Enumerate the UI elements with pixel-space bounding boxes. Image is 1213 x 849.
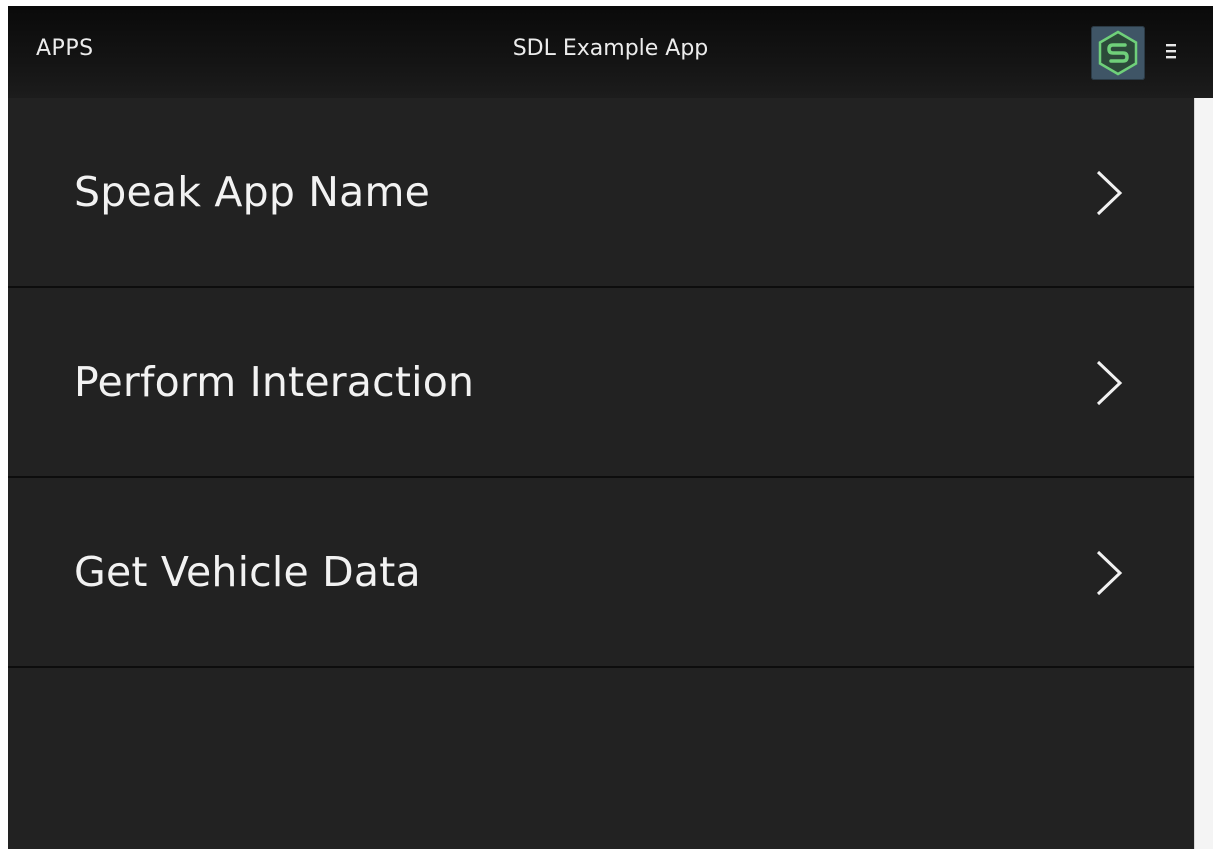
list-item-get-vehicle-data[interactable]: Get Vehicle Data [8,478,1194,668]
list-item-perform-interaction[interactable]: Perform Interaction [8,288,1194,478]
list-item-label: Speak App Name [74,168,431,216]
chevron-right-icon [1096,360,1123,406]
sdl-logo-icon[interactable] [1091,26,1145,80]
menu-list: Speak App Name Perform Interaction Get V… [8,98,1194,668]
page-title: SDL Example App [512,36,709,61]
chevron-right-icon [1096,170,1123,216]
list-item-label: Get Vehicle Data [74,548,421,596]
list-item-speak-app-name[interactable]: Speak App Name [8,98,1194,288]
app-window: APPS SDL Example App Speak App Name Perf… [8,6,1213,849]
hamburger-menu-icon[interactable] [1160,41,1182,63]
header-bar: APPS SDL Example App [8,6,1213,98]
list-item-label: Perform Interaction [74,358,475,406]
scrollbar[interactable] [1194,98,1213,849]
chevron-right-icon [1096,550,1123,596]
